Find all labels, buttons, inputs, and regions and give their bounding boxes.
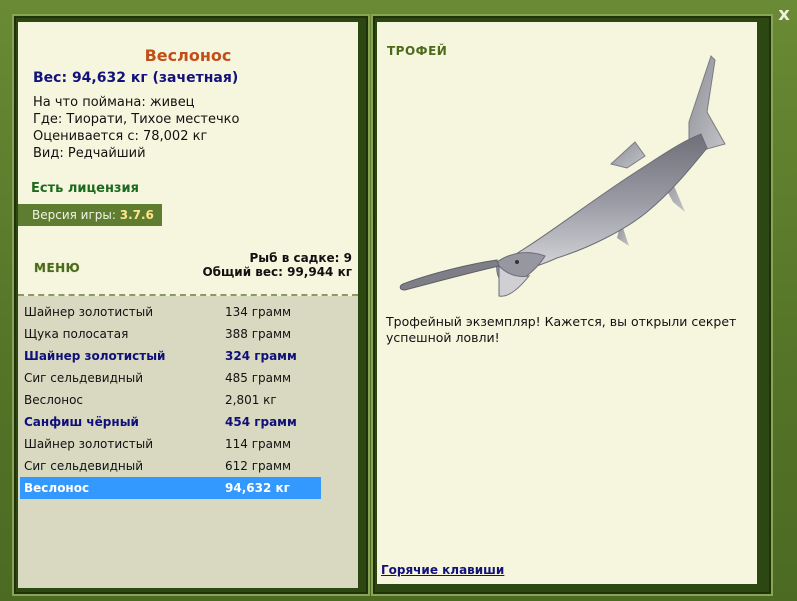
hotkeys-link[interactable]: Горячие клавиши (381, 563, 504, 577)
fish-type: Вид: Редчайший (33, 146, 146, 161)
catch-item-weight: 454 грамм (225, 415, 297, 429)
license-status: Есть лицензия (31, 181, 139, 196)
fish-name: Веслонос (144, 46, 232, 65)
catch-list-item[interactable]: Сиг сельдевидный 485 грамм (20, 367, 321, 389)
catch-item-weight: 134 грамм (225, 305, 292, 319)
catch-item-name: Шайнер золотистый (24, 305, 154, 319)
catch-list-item[interactable]: Веслонос 2,801 кг (20, 389, 321, 411)
menu-button[interactable]: МЕНЮ (34, 261, 80, 275)
catch-list-item[interactable]: Сиг сельдевидный 612 грамм (20, 455, 321, 477)
catch-item-weight: 94,632 кг (225, 481, 290, 495)
catch-item-weight: 388 грамм (225, 327, 292, 341)
trophy-description: Трофейный экземпляр! Кажется, вы открыли… (386, 314, 737, 345)
trophy-panel: ТРОФЕЙ Трофейный экземпляр! Кажется, вы … (377, 22, 757, 584)
catch-list-item[interactable]: Шайнер золотистый 134 грамм (20, 301, 321, 323)
fish-info-panel: Веслонос Вес: 94,632 кг (зачетная) На чт… (18, 22, 358, 588)
catch-item-name: Сиг сельдевидный (24, 459, 143, 473)
catch-item-name: Сиг сельдевидный (24, 371, 143, 385)
catch-item-name: Шайнер золотистый (24, 349, 166, 363)
catch-list-item[interactable]: Веслонос 94,632 кг (20, 477, 321, 499)
catch-item-weight: 324 грамм (225, 349, 297, 363)
catch-list-item[interactable]: Щука полосатая 388 грамм (20, 323, 321, 345)
catch-item-weight: 612 грамм (225, 459, 292, 473)
catch-item-name: Щука полосатая (24, 327, 129, 341)
catch-list: Шайнер золотистый 134 грамм Щука полосатая… (18, 296, 358, 588)
catch-location: Где: Тиорати, Тихое местечко (33, 112, 240, 127)
catch-item-weight: 114 грамм (225, 437, 292, 451)
catch-list-item[interactable]: Санфиш чёрный 454 грамм (20, 411, 321, 433)
catch-item-name: Веслонос (24, 393, 84, 407)
catch-item-name: Санфиш чёрный (24, 415, 139, 429)
close-button[interactable]: x (773, 4, 795, 26)
catch-list-item[interactable]: Шайнер золотистый 114 грамм (20, 433, 321, 455)
version-bar: Версия игры: 3.7.6 (18, 204, 162, 226)
version-label: Версия игры: (32, 208, 116, 222)
catch-item-weight: 2,801 кг (225, 393, 277, 407)
version-value: 3.7.6 (119, 208, 154, 222)
rated-from: Оценивается с: 78,002 кг (33, 129, 208, 144)
fish-details: На что поймана: живец Где: Тиорати, Тихо… (33, 94, 239, 162)
keep-count: Рыб в садке: 9 (249, 251, 353, 265)
caught-on: На что поймана: живец (33, 95, 195, 110)
catch-item-name: Веслонос (24, 481, 90, 495)
catch-list-item[interactable]: Шайнер золотистый 324 грамм (20, 345, 321, 367)
fish-weight: Вес: 94,632 кг (зачетная) (33, 70, 239, 86)
catch-item-name: Шайнер золотистый (24, 437, 154, 451)
keep-stats: Рыб в садке: 9 Общий вес: 99,944 кг (202, 251, 352, 279)
paddlefish-image (399, 55, 726, 297)
keep-total-weight: Общий вес: 99,944 кг (202, 265, 352, 279)
catch-item-weight: 485 грамм (225, 371, 292, 385)
